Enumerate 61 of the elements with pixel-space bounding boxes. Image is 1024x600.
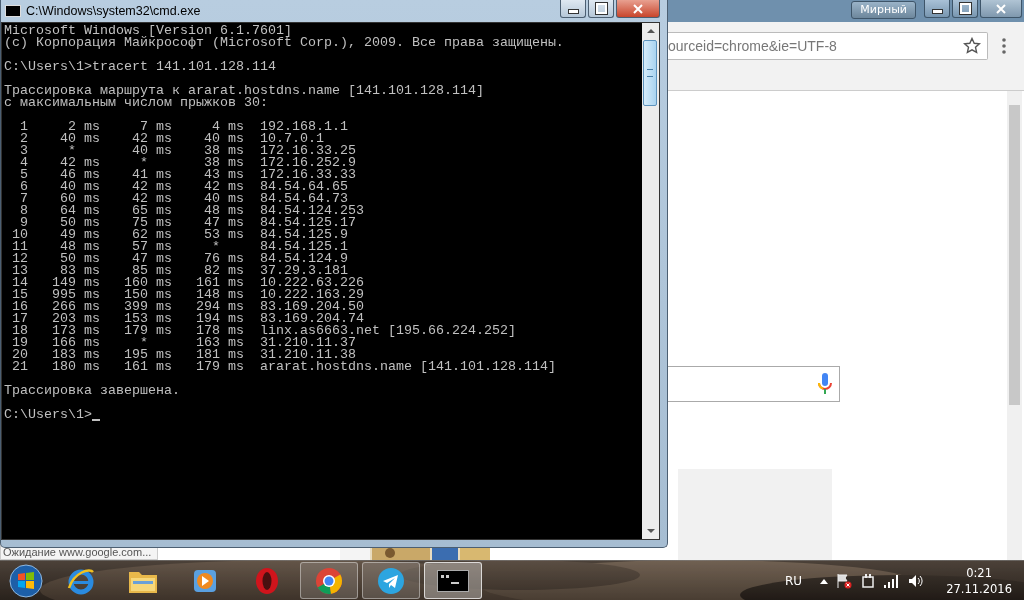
console-line: 5 46 ms 41 ms 43 ms 172.16.33.33 — [19, 169, 357, 181]
power-plug-icon[interactable] — [860, 572, 877, 589]
menu-icon[interactable] — [1002, 38, 1006, 54]
console-line: 8 64 ms 65 ms 48 ms 84.54.124.253 — [19, 205, 365, 217]
console-line: (c) Корпорация Майкрософт (Microsoft Corp.), 2009. Все права защищены. — [4, 37, 565, 49]
console-line: Трассировка завершена. — [4, 385, 181, 397]
console-line: Трассировка маршрута к ararat.hostdns.name [141.101.128.114] — [4, 85, 485, 97]
close-button[interactable] — [980, 0, 1022, 18]
console-line: C:\Users\1>tracert 141.101.128.114 — [4, 61, 277, 73]
text-cursor — [92, 419, 100, 421]
signal-bars-icon[interactable] — [884, 573, 901, 588]
console-line: 13 83 ms 85 ms 82 ms 37.29.3.181 — [11, 265, 348, 277]
console-line: 10 49 ms 62 ms 53 ms 84.54.125.9 — [11, 229, 349, 241]
taskbar-app-button[interactable] — [362, 562, 420, 599]
console-line: 11 48 ms 57 ms * 84.54.125.1 — [11, 241, 349, 253]
console-line: 19 166 ms * 163 ms 31.210.11.37 — [11, 337, 357, 349]
close-icon — [996, 3, 1006, 14]
console-line: 18 173 ms 179 ms 178 ms linx.as6663.net [195.66.224.252] — [11, 325, 517, 337]
console-icon — [437, 569, 469, 592]
paper-plane-icon — [376, 565, 406, 596]
console-line: 21 180 ms 161 ms 179 ms ararat.hostdns.name [141.101.128.114] — [11, 361, 557, 373]
console-line: 12 50 ms 47 ms 76 ms 84.54.124.9 — [11, 253, 349, 265]
caret-icon[interactable] — [820, 577, 829, 584]
clock[interactable]: 0:21 27.11.2016 — [946, 564, 1012, 597]
console-line: Microsoft Windows [Version 6.1.7601] — [4, 25, 293, 37]
clock-time: 0:21 — [966, 564, 992, 581]
close-button[interactable] — [616, 0, 660, 18]
chrome-icon — [314, 565, 344, 596]
minimize-button[interactable] — [560, 0, 586, 18]
console-line: 7 60 ms 42 ms 40 ms 84.54.64.73 — [19, 193, 348, 205]
maximize-button[interactable] — [588, 0, 614, 18]
search-field[interactable] — [668, 366, 840, 402]
volume-icon[interactable] — [908, 573, 925, 588]
console-line: 17 203 ms 153 ms 194 ms 83.169.204.74 — [11, 313, 364, 325]
microphone-icon[interactable] — [818, 373, 832, 395]
console-line: 15 995 ms 150 ms 148 ms 10.222.163.29 — [11, 289, 365, 301]
scrollbar[interactable] — [642, 23, 659, 539]
opera-o-icon — [254, 565, 280, 596]
close-icon — [633, 3, 643, 14]
address-field[interactable]: ourceid=chrome&ie=UTF-8 — [668, 32, 988, 60]
console-line: 6 40 ms 42 ms 42 ms 84.54.64.65 — [19, 181, 349, 193]
language-indicator[interactable]: RU — [785, 573, 803, 588]
flag-icon[interactable] — [836, 572, 853, 589]
console-line: 3 * 40 ms 38 ms 172.16.33.25 — [19, 145, 357, 157]
window-title: C:\Windows\system32\cmd.exe — [26, 4, 202, 18]
console-line: 9 50 ms 75 ms 47 ms 84.54.125.17 — [20, 217, 357, 229]
clock-date: 27.11.2016 — [946, 580, 1012, 597]
taskbar-app-button[interactable] — [424, 562, 482, 599]
star-icon[interactable] — [963, 37, 981, 55]
console-line: C:\Users\1> — [4, 409, 92, 421]
console-icon — [5, 5, 21, 17]
console-line: с максимальным числом прыжков 30: — [4, 97, 269, 109]
maximize-button[interactable] — [952, 0, 978, 18]
console-line: 1 2 ms 7 ms 4 ms 192.168.1.1 — [19, 121, 349, 133]
console-line: 4 42 ms * 38 ms 172.16.252.9 — [19, 157, 357, 169]
console-line: 16 266 ms 399 ms 294 ms 83.169.204.50 — [11, 301, 365, 313]
console-line: 2 40 ms 42 ms 40 ms 10.7.0.1 — [19, 133, 324, 145]
console-line: 20 183 ms 195 ms 181 ms 31.210.11.38 — [11, 349, 356, 361]
scrollbar[interactable] — [1007, 91, 1022, 560]
console-line: 14 149 ms 160 ms 161 ms 10.222.63.226 — [11, 277, 365, 289]
minimize-button[interactable] — [924, 0, 950, 18]
